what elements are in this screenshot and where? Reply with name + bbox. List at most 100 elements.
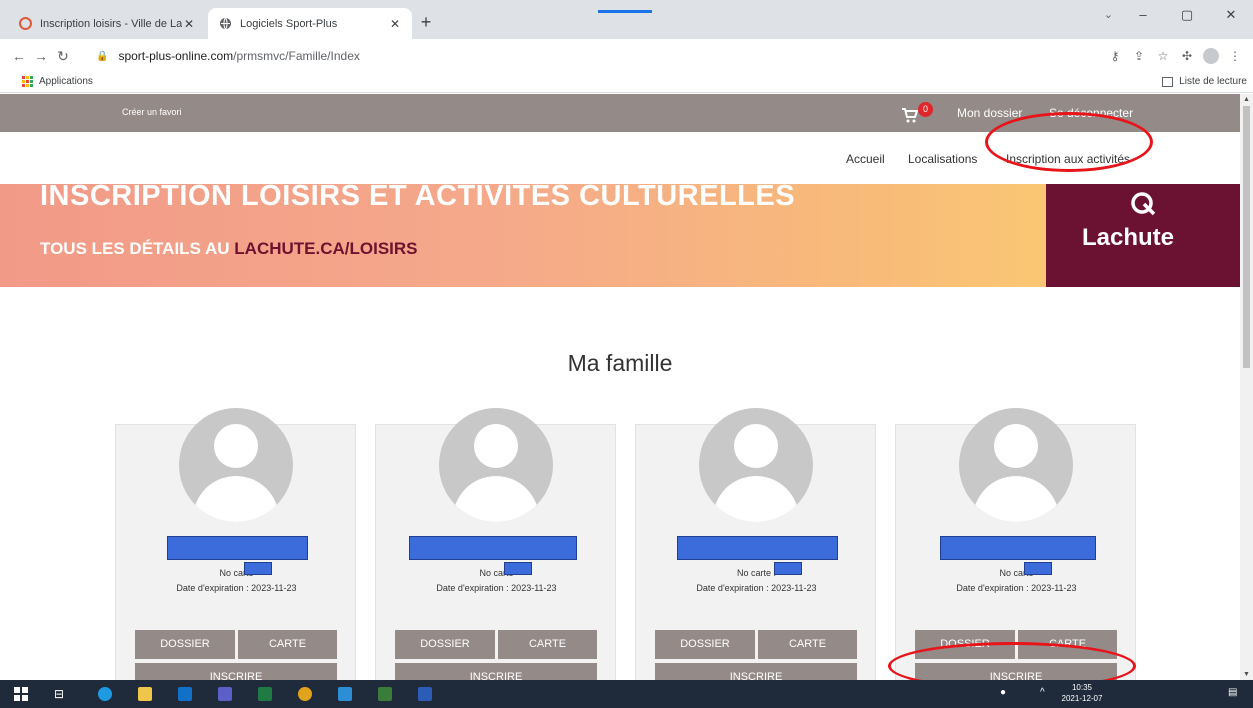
excel-icon[interactable] [258, 687, 272, 701]
dossier-button[interactable]: DOSSIER [915, 630, 1015, 659]
tab-title: Inscription loisirs - Ville de Lachu [40, 17, 182, 30]
redacted-card-number [504, 562, 532, 575]
banner-headline: INSCRIPTION LOISIRS ET ACTIVITÉS CULTURE… [40, 184, 796, 212]
browser-tab-lachute[interactable]: Inscription loisirs - Ville de Lachu ✕ [8, 8, 206, 39]
inscrire-button[interactable]: INSCRIRE [135, 663, 337, 680]
nav-locations[interactable]: Localisations [908, 152, 977, 166]
profile-avatar-icon[interactable] [1203, 48, 1219, 64]
redacted-card-number [244, 562, 272, 575]
key-icon[interactable]: ⚷ [1103, 49, 1127, 63]
file-explorer-icon[interactable] [138, 687, 152, 701]
bookmark-apps-label: Applications [39, 76, 93, 87]
task-view-icon[interactable]: ⊟ [52, 687, 66, 701]
tray-chevron-icon[interactable]: ^ [1040, 687, 1045, 698]
scrollbar-thumb[interactable] [1243, 106, 1250, 368]
page-title: Ma famille [567, 350, 673, 376]
create-favorite-link[interactable]: Créer un favori [122, 107, 182, 117]
page-viewport: Créer un favori 0 Mon dossier Se déconne… [0, 94, 1240, 680]
carte-button[interactable]: CARTE [498, 630, 597, 659]
redacted-name [677, 536, 838, 560]
tab-title: Logiciels Sport-Plus [240, 17, 338, 30]
reading-list[interactable]: Liste de lecture [1162, 76, 1247, 87]
kebab-menu-icon[interactable]: ⋮ [1223, 49, 1247, 63]
extensions-puzzle-icon[interactable]: ✣ [1175, 49, 1199, 63]
carte-button[interactable]: CARTE [1018, 630, 1117, 659]
outlook-icon[interactable] [178, 687, 192, 701]
dossier-button[interactable]: DOSSIER [395, 630, 495, 659]
maximize-button[interactable]: ▢ [1165, 0, 1209, 30]
card-number: No carte [219, 568, 254, 578]
close-tab-icon[interactable]: ✕ [388, 17, 402, 31]
app-icon[interactable] [338, 687, 352, 701]
word-icon[interactable] [418, 687, 432, 701]
reading-list-icon [1162, 76, 1174, 87]
globe-icon [218, 17, 232, 31]
cart-icon [901, 108, 919, 126]
url-path: /prmsmvc/Famille/Index [233, 49, 360, 63]
promo-banner: INSCRIPTION LOISIRS ET ACTIVITÉS CULTURE… [0, 184, 1240, 287]
scroll-up-arrow-icon[interactable]: ▲ [1240, 96, 1253, 103]
dossier-button[interactable]: DOSSIER [655, 630, 755, 659]
browser-toolbar-actions: ⚷ ⇪ ☆ ✣ ⋮ [1103, 39, 1247, 73]
card-number: No carte : [736, 568, 776, 578]
forward-arrow-icon[interactable]: → [30, 48, 52, 64]
action-center-icon[interactable]: ▤ [1228, 687, 1237, 698]
new-tab-button[interactable]: + [416, 12, 436, 33]
avatar-placeholder-icon [699, 408, 813, 522]
minimize-button[interactable]: – [1121, 0, 1165, 30]
family-member-card: No carte : Date d'expiration : 2023-11-2… [635, 408, 876, 680]
url-domain: sport-plus-online.com [118, 49, 234, 63]
browser-tab-sport-plus[interactable]: Logiciels Sport-Plus ✕ [208, 8, 412, 39]
network-app-icon[interactable] [378, 687, 392, 701]
my-account-link[interactable]: Mon dossier [957, 106, 1022, 120]
inscrire-button[interactable]: INSCRIRE [915, 663, 1117, 680]
dossier-button[interactable]: DOSSIER [135, 630, 235, 659]
main-navigation: Accueil Localisations Inscription aux ac… [0, 132, 1240, 184]
tab-search-icon[interactable]: ⌄ [1104, 0, 1113, 30]
expiry-date: Date d'expiration : 2023-11-23 [436, 583, 557, 593]
redacted-name [167, 536, 308, 560]
card-number: No carte [999, 568, 1034, 578]
edge-icon[interactable] [98, 687, 112, 701]
reload-icon[interactable]: ↻ [52, 48, 74, 65]
banner-subtitle: TOUS LES DÉTAILS AU LACHUTE.CA/LOISIRS [40, 239, 418, 259]
teams-icon[interactable] [218, 687, 232, 701]
lachute-logo-icon [1131, 192, 1156, 216]
lachute-favicon-icon [18, 17, 32, 31]
system-clock[interactable]: 10:35 2021-12-07 [1058, 682, 1106, 704]
shopping-cart-button[interactable]: 0 [901, 102, 933, 126]
notification-tray-icon[interactable]: ● [1000, 687, 1006, 698]
star-icon[interactable]: ☆ [1151, 49, 1175, 63]
carte-button[interactable]: CARTE [758, 630, 857, 659]
clock-time: 10:35 [1071, 683, 1093, 692]
lachute-logo-text: Lachute [1082, 224, 1175, 251]
chrome-icon[interactable] [298, 687, 312, 701]
browser-tab-strip: Inscription loisirs - Ville de Lachu ✕ L… [0, 0, 1253, 39]
close-tab-icon[interactable]: ✕ [182, 17, 196, 31]
family-member-card: No carte Date d'expiration : 2023-11-23 … [375, 408, 616, 680]
inscrire-button[interactable]: INSCRIRE [395, 663, 597, 680]
carte-button[interactable]: CARTE [238, 630, 337, 659]
window-controls: – ▢ ✕ [1121, 0, 1253, 30]
nav-home[interactable]: Accueil [846, 152, 885, 166]
cart-count-badge: 0 [918, 102, 933, 117]
redacted-name [940, 536, 1096, 560]
inscrire-button[interactable]: INSCRIRE [655, 663, 857, 680]
redacted-card-number [774, 562, 802, 575]
scroll-down-arrow-icon[interactable]: ▼ [1240, 671, 1253, 678]
browser-toolbar: ← → ↻ 🔒 sport-plus-online.com /prmsmvc/F… [0, 39, 1253, 73]
family-member-card: No carte Date d'expiration : 2023-11-23 … [895, 408, 1136, 680]
nav-activity-registration[interactable]: Inscription aux activités [1006, 152, 1130, 166]
lachute-logo: Lachute [1046, 184, 1240, 287]
address-bar[interactable]: 🔒 sport-plus-online.com /prmsmvc/Famille… [96, 44, 1076, 68]
windows-start-icon[interactable] [14, 687, 28, 701]
logout-link[interactable]: Se déconnecter [1049, 106, 1133, 120]
bookmark-apps[interactable]: Applications [22, 76, 93, 87]
banner-subtitle-prefix: TOUS LES DÉTAILS AU [40, 239, 230, 258]
back-arrow-icon[interactable]: ← [8, 48, 30, 64]
clock-date: 2021-12-07 [1061, 694, 1103, 703]
share-icon[interactable]: ⇪ [1127, 49, 1151, 63]
close-window-button[interactable]: ✕ [1209, 0, 1253, 30]
reading-list-label: Liste de lecture [1179, 76, 1247, 87]
page-scrollbar[interactable]: ▲ ▼ [1240, 94, 1253, 680]
